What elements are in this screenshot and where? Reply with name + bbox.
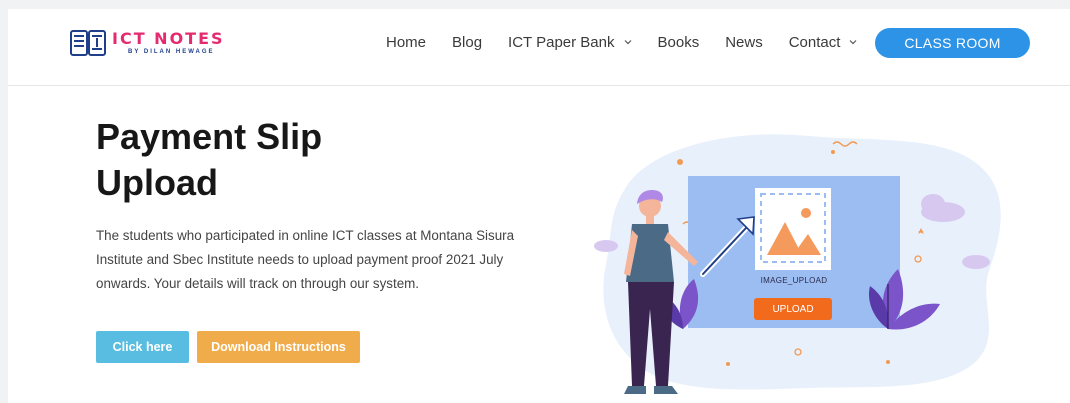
chevron-down-icon <box>624 40 631 45</box>
click-here-button[interactable]: Click here <box>96 331 189 363</box>
nav-ict-paper-bank-label: ICT Paper Bank <box>508 33 615 51</box>
nav-books[interactable]: Books <box>658 34 700 51</box>
site-logo[interactable]: ICT NOTES BY DILAN HEWAGE <box>70 28 225 58</box>
hero-description: The students who participated in online … <box>96 228 515 291</box>
logo-title: ICT NOTES <box>112 29 225 48</box>
page-title: Payment Slip Upload <box>96 114 396 206</box>
book-icon <box>70 30 106 56</box>
chevron-down-icon <box>849 40 857 45</box>
nav-home-label: Home <box>386 33 427 51</box>
nav-ict-paper-bank[interactable]: ICT Paper Bank <box>508 34 631 51</box>
upload-illustration <box>594 134 1001 394</box>
nav-contact-label: Contact <box>788 33 841 51</box>
site-header: ICT NOTES BY DILAN HEWAGE Home Blog ICT … <box>8 9 1070 86</box>
nav-blog-label: Blog <box>452 33 483 51</box>
class-room-button[interactable]: CLASS ROOM <box>875 28 1030 58</box>
nav-home[interactable]: Home <box>386 34 426 51</box>
logo-subtitle: BY DILAN HEWAGE <box>128 49 215 55</box>
page: ICT NOTES BY DILAN HEWAGE Home Blog ICT … <box>8 9 1070 403</box>
nav-news-label: News <box>725 33 763 51</box>
upload-button: UPLOAD <box>772 303 814 315</box>
nav-blog[interactable]: Blog <box>452 34 482 51</box>
page-title-line2: Upload <box>96 162 218 203</box>
image-upload-label: IMAGE_UPLOAD <box>760 276 828 285</box>
main-nav: Home Blog ICT Paper Bank Books News Cont… <box>386 31 883 53</box>
nav-news[interactable]: News <box>725 34 763 51</box>
download-instructions-button[interactable]: Download Instructions <box>197 331 360 363</box>
nav-books-label: Books <box>657 33 700 51</box>
page-title-line1: Payment Slip <box>96 116 323 157</box>
nav-contact[interactable]: Contact <box>789 34 858 51</box>
